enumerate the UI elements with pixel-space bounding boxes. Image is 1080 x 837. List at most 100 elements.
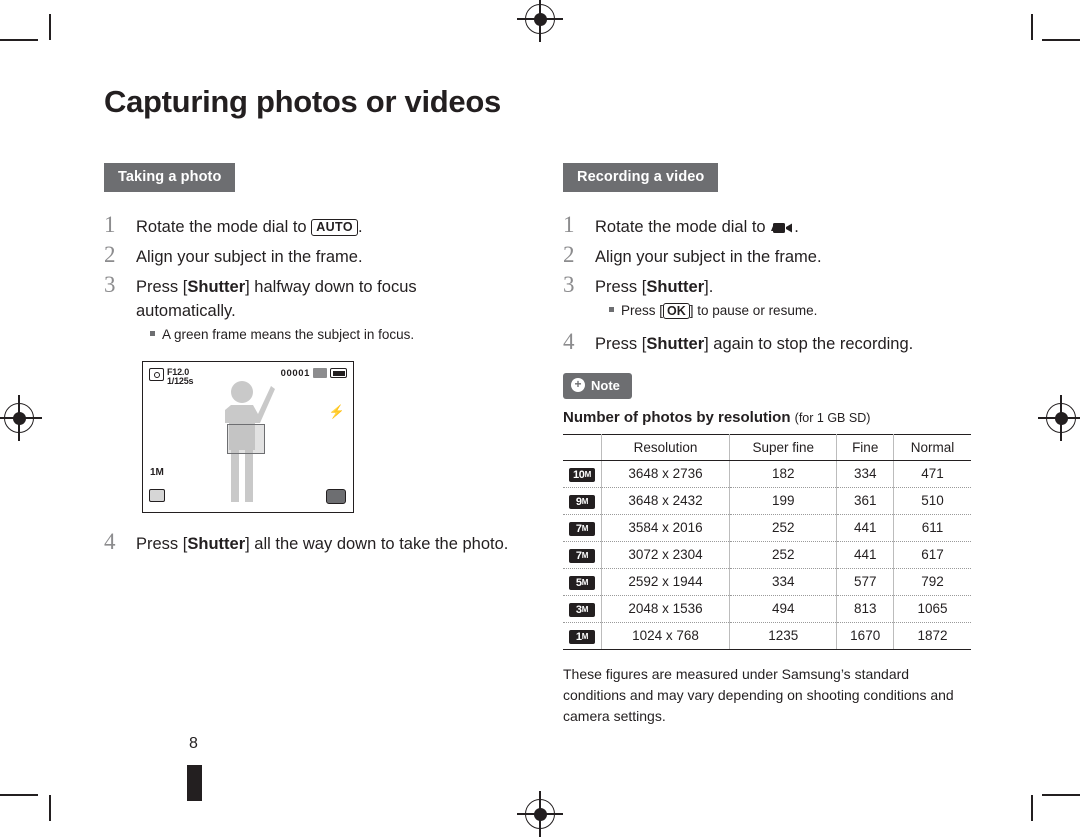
resolution-table: Resolution Super fine Fine Normal 10M 36…	[563, 433, 971, 650]
steps-list-photo: 1 Rotate the mode dial to AUTO. 2 Align …	[104, 212, 514, 557]
step-text: Press [Shutter] again to stop the record…	[595, 331, 913, 357]
step-item: 3 Press [Shutter] halfway down to focus …	[104, 272, 514, 324]
table-row: 9M 3648 x 2432 199 361 510	[563, 487, 971, 515]
shutter-key-label: Shutter	[646, 334, 705, 353]
note-label: Note	[591, 377, 620, 393]
cell-super-fine: 199	[729, 487, 838, 515]
table-body: 10M 3648 x 2736 182 334 471 9M 3648 x 24…	[563, 460, 971, 650]
resolution-icon-unit: M	[581, 604, 589, 614]
camera-screen-illustration: F12.0 1/125s 00001 ⚡ 1M	[142, 360, 354, 513]
table-row: 7M 3584 x 2016 252 441 611	[563, 514, 971, 542]
step-text-after: ] all the way down to take the photo.	[245, 534, 509, 553]
step-number: 3	[563, 271, 575, 297]
cell-resolution: 2592 x 1944	[600, 568, 731, 596]
table-header-normal: Normal	[892, 433, 971, 461]
step-text: Press [Shutter] halfway down to focus au…	[136, 274, 514, 324]
resolution-icon-unit: M	[581, 496, 589, 506]
table-row: 10M 3648 x 2736 182 334 471	[563, 460, 971, 488]
table-row: 3M 2048 x 1536 494 813 1065	[563, 595, 971, 623]
table-header-super-fine: Super fine	[729, 433, 838, 461]
table-row: 7M 3072 x 2304 252 441 617	[563, 541, 971, 569]
bullet-text-before: Press [	[621, 302, 664, 318]
bullet-text-after: ] to pause or resume.	[689, 302, 818, 318]
cell-normal: 611	[892, 514, 971, 542]
table-header-fine: Fine	[836, 433, 894, 461]
table-row: 5M 2592 x 1944 334 577 792	[563, 568, 971, 596]
cell-normal: 510	[892, 487, 971, 515]
resolution-indicator-label: 1M	[150, 466, 164, 478]
table-header-row: Resolution Super fine Fine Normal	[563, 433, 971, 461]
step-item: 3 Press [Shutter].	[563, 272, 973, 300]
cell-resolution: 3648 x 2432	[600, 487, 731, 515]
cell-fine: 361	[836, 487, 894, 515]
cell-resolution: 2048 x 1536	[600, 595, 731, 623]
cell-resolution: 1024 x 768	[600, 622, 731, 650]
step-text-after: .	[358, 218, 363, 236]
resolution-icon: 7M	[563, 514, 602, 542]
cell-fine: 1670	[836, 622, 894, 650]
table-title-main: Number of photos by resolution	[563, 408, 791, 426]
auto-mode-badge: AUTO	[311, 219, 358, 236]
section-recording-a-video: Recording a video 1 Rotate the mode dial…	[563, 163, 973, 727]
page-title: Capturing photos or videos	[104, 84, 501, 119]
cell-fine: 441	[836, 541, 894, 569]
resolution-icon: 1M	[563, 622, 602, 650]
scene-mode-icon	[326, 488, 346, 504]
table-row: 1M 1024 x 768 1235 1670 1872	[563, 622, 971, 650]
step-item: 2 Align your subject in the frame.	[563, 242, 973, 270]
cell-super-fine: 252	[729, 541, 838, 569]
cell-resolution: 3584 x 2016	[600, 514, 731, 542]
step-number: 1	[563, 212, 575, 237]
focus-frame	[227, 423, 265, 454]
cell-super-fine: 1235	[729, 622, 838, 650]
table-header-resolution: Resolution	[600, 433, 731, 461]
step-text-before: Press [	[136, 534, 188, 553]
cell-normal: 1872	[892, 622, 971, 650]
step-text: Rotate the mode dial to .	[595, 214, 799, 240]
section-heading-taking-a-photo: Taking a photo	[104, 163, 236, 192]
step-text: Press [Shutter] all the way down to take…	[136, 531, 508, 557]
resolution-icon-unit: M	[581, 631, 589, 641]
step-text: Align your subject in the frame.	[595, 247, 822, 266]
cell-normal: 792	[892, 568, 971, 596]
cell-super-fine: 182	[729, 460, 838, 488]
step-number: 4	[104, 528, 116, 554]
resolution-icon: 9M	[563, 487, 602, 515]
note-badge: + Note	[563, 372, 632, 399]
resolution-indicator: 1M	[150, 467, 164, 478]
focus-hint-bullet: A green frame means the subject in focus…	[150, 326, 514, 345]
bullet-square-icon	[150, 330, 155, 336]
cell-fine: 441	[836, 514, 894, 542]
resolution-icon: 10M	[563, 460, 602, 488]
cell-fine: 813	[836, 595, 894, 623]
camera-screen-top-left-info: F12.0 1/125s	[149, 367, 194, 387]
resolution-icon-unit: M	[584, 469, 592, 479]
shutter-speed-value: 1/125s	[167, 376, 194, 387]
resolution-icon-value: 10	[572, 468, 585, 481]
step-text-before: Press [	[136, 277, 188, 296]
section-heading-recording-a-video: Recording a video	[563, 163, 719, 192]
table-title-qualifier: (for 1 GB SD)	[794, 410, 871, 425]
shutter-key-label: Shutter	[646, 277, 705, 296]
cell-super-fine: 494	[729, 595, 838, 623]
step-text: Align your subject in the frame.	[136, 247, 363, 266]
resolution-icon-unit: M	[581, 523, 589, 533]
step-item: 4 Press [Shutter] all the way down to ta…	[104, 529, 514, 557]
table-title: Number of photos by resolution (for 1 GB…	[563, 409, 973, 426]
resolution-icon-unit: M	[581, 577, 589, 587]
step-number: 1	[104, 212, 116, 237]
step-item: 4 Press [Shutter] again to stop the reco…	[563, 329, 973, 357]
step-item: 1 Rotate the mode dial to .	[563, 212, 973, 240]
cell-resolution: 3072 x 2304	[600, 541, 731, 569]
step-item: 2 Align your subject in the frame.	[104, 242, 514, 270]
shutter-key-label: Shutter	[187, 534, 246, 553]
step-text-before: Rotate the mode dial to	[136, 218, 312, 236]
page-thumb-index-bar	[187, 765, 202, 801]
section-taking-a-photo: Taking a photo 1 Rotate the mode dial to…	[104, 163, 514, 559]
step-number: 2	[563, 241, 575, 267]
bullet-text: A green frame means the subject in focus…	[162, 326, 415, 342]
resolution-icon: 3M	[563, 595, 602, 623]
table-header-icon	[563, 433, 602, 461]
step-text-after: .	[794, 218, 799, 236]
step-number: 3	[104, 271, 116, 297]
